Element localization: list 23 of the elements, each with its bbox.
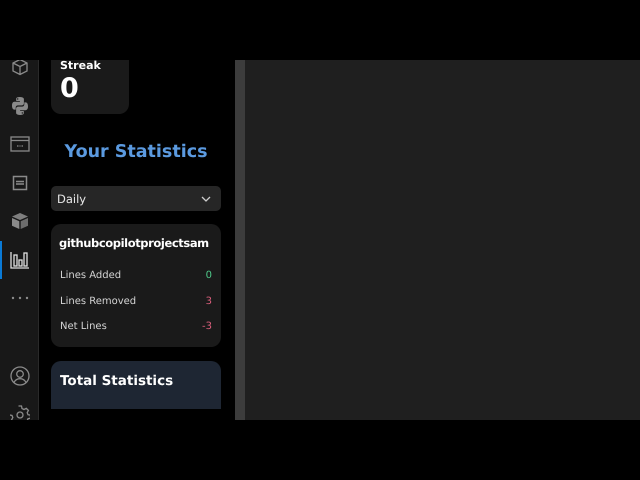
total-title: Total Statistics — [60, 372, 174, 388]
streak-value: 0 — [60, 72, 80, 106]
project-title: githubcopilotprojectsam — [59, 236, 210, 250]
cube-icon — [11, 60, 29, 76]
stat-label: Lines Added — [60, 269, 122, 283]
python-icon — [10, 96, 30, 116]
chevron-down-icon — [201, 196, 211, 202]
stat-label: Lines Removed — [60, 294, 136, 308]
period-dropdown[interactable]: Daily — [51, 186, 221, 211]
scrollbar[interactable] — [235, 60, 245, 420]
account-icon — [10, 366, 30, 386]
package-icon — [10, 212, 30, 230]
panel-icon — [12, 174, 28, 191]
stat-value: 3 — [206, 294, 212, 308]
window-icon — [10, 136, 30, 152]
settings-icon — [10, 404, 30, 420]
bar-chart-icon — [10, 250, 30, 269]
statistics-heading: Your Statistics — [64, 142, 208, 162]
streak-label: Streak — [60, 60, 102, 72]
stat-label: Net Lines — [60, 320, 107, 334]
stat-value: 0 — [206, 269, 212, 283]
stat-value: -3 — [202, 320, 212, 334]
more-icon — [11, 296, 29, 300]
